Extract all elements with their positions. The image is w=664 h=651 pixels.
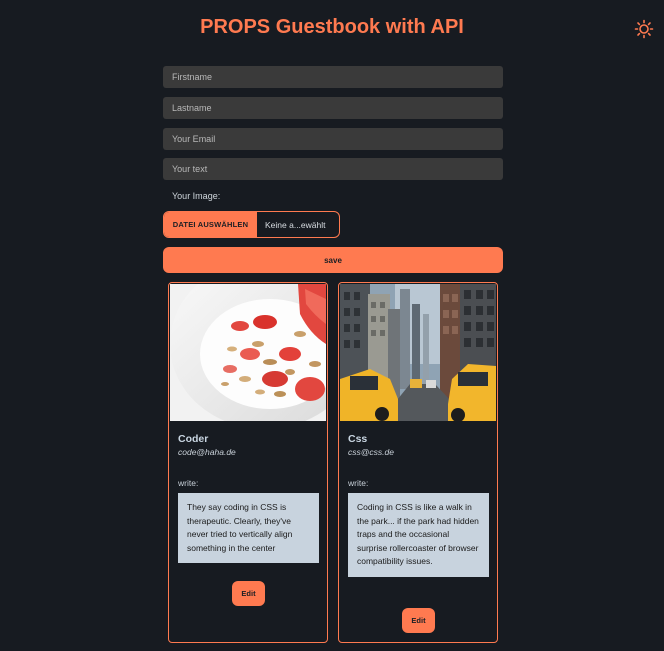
guestbook-entry-card: Coder code@haha.de write: They say codin… [168,282,328,643]
firstname-input[interactable] [163,66,503,88]
page-title: PROPS Guestbook with API [200,16,464,38]
entry-text: They say coding in CSS is therapeutic. C… [178,493,319,563]
file-picker[interactable]: DATEI AUSWÄHLEN Keine a...ewählt [163,211,340,238]
email-input[interactable] [163,128,503,150]
entry-write-label: write: [178,478,199,488]
choose-file-button[interactable]: DATEI AUSWÄHLEN [164,212,257,237]
entry-text: Coding in CSS is like a walk in the park… [348,493,489,577]
entry-email: code@haha.de [178,447,236,457]
edit-button[interactable]: Edit [402,608,435,633]
city-street-taxis-photo-icon [340,284,496,421]
guestbook-page: PROPS Guestbook with API Your Image: DAT… [0,0,664,651]
save-button[interactable]: save [163,247,503,273]
entry-email: css@css.de [348,447,394,457]
sun-icon [634,19,654,39]
selected-file-name: Keine a...ewählt [265,219,326,230]
entry-name: Css [348,433,368,445]
theme-toggle-button[interactable] [634,19,654,39]
entry-write-label: write: [348,478,369,488]
lastname-input[interactable] [163,97,503,119]
entry-name: Coder [178,433,209,445]
guestbook-entry-card: Css css@css.de write: Coding in CSS is l… [338,282,498,643]
yogurt-strawberry-photo-icon [170,284,326,421]
edit-button[interactable]: Edit [232,581,265,606]
text-input[interactable] [163,158,503,180]
image-label: Your Image: [172,191,221,201]
